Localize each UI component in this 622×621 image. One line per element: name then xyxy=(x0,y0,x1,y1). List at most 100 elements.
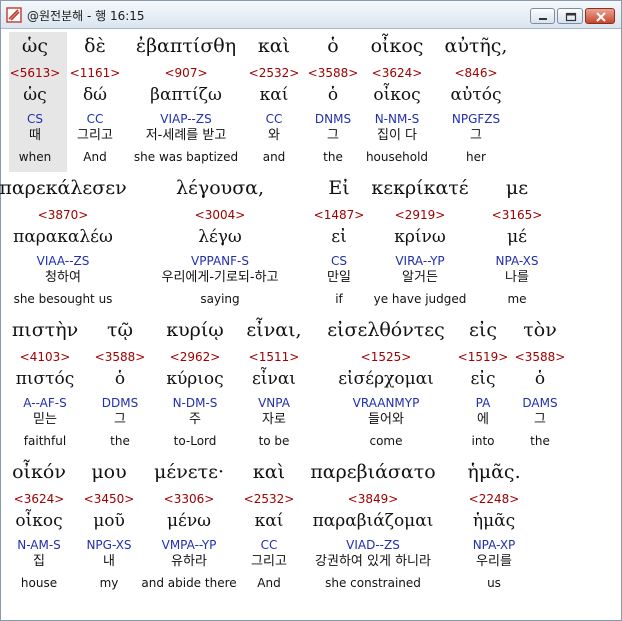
minimize-button[interactable] xyxy=(530,8,555,24)
greek-word: οἶκος xyxy=(370,35,424,57)
english-gloss: me xyxy=(507,292,527,306)
korean-gloss: 집이 다 xyxy=(376,128,418,143)
english-gloss: the xyxy=(530,434,550,448)
parsing-code: DNMS xyxy=(314,112,352,126)
korean-gloss: 그 xyxy=(534,412,546,427)
greek-word: εἰς xyxy=(469,319,497,341)
title-bar[interactable]: @원전분해 - 행 16:15 xyxy=(1,1,621,29)
strong-number: <3165> xyxy=(491,208,543,222)
parsing-code: NPG-XS xyxy=(86,538,132,552)
lexical-form: βαπτίζω xyxy=(150,85,222,105)
strong-number: <846> xyxy=(454,66,498,80)
strong-number: <1525> xyxy=(360,350,412,364)
parsing-code: VMPA--YP xyxy=(161,538,217,552)
english-gloss: faithful xyxy=(23,434,67,448)
greek-word: καὶ xyxy=(252,461,286,483)
english-gloss: ye have judged xyxy=(373,292,467,306)
lexical-form: οἶκος xyxy=(15,511,63,531)
strong-number: <2532> xyxy=(248,66,300,80)
korean-gloss: 그 xyxy=(327,128,339,143)
lexical-form: εἶναι xyxy=(252,369,296,389)
lexical-form: καί xyxy=(254,511,284,531)
korean-gloss: 나를 xyxy=(505,270,529,285)
strong-number: <3849> xyxy=(347,492,399,506)
strong-number: <3870> xyxy=(37,208,89,222)
english-gloss: her xyxy=(466,150,486,164)
strong-number: <3306> xyxy=(163,492,215,506)
greek-word: δὲ xyxy=(84,35,106,57)
close-icon xyxy=(596,12,606,22)
minimize-icon xyxy=(539,18,547,20)
lexical-form: καί xyxy=(259,85,289,105)
parsing-code: VPPANF-S xyxy=(191,254,249,268)
greek-word: παρεκάλεσεν xyxy=(0,177,127,199)
close-button[interactable] xyxy=(585,8,615,24)
app-window: @원전분해 - 행 16:15 ὡς <5613> ὡς CS 때 when δὲ <1161… xyxy=(0,0,622,621)
lexical-form: οἶκος xyxy=(373,85,421,105)
strong-number: <1511> xyxy=(248,350,300,364)
greek-word: ἐβαπτίσθη xyxy=(135,35,237,57)
greek-word: ὁ xyxy=(327,35,339,57)
greek-word: πιστὴν xyxy=(11,319,79,341)
english-gloss: she constrained xyxy=(325,576,421,590)
strong-number: <3450> xyxy=(83,492,135,506)
parsing-code: DAMS xyxy=(522,396,558,410)
korean-gloss: 그리고 xyxy=(77,128,113,143)
english-gloss: us xyxy=(487,576,501,590)
english-gloss: and xyxy=(262,150,286,164)
maximize-icon xyxy=(565,12,577,22)
lexical-form: ὁ xyxy=(327,85,339,105)
parsing-code: A--AF-S xyxy=(23,396,67,410)
strong-number: <1487> xyxy=(313,208,365,222)
english-gloss: she was baptized xyxy=(133,150,239,164)
greek-word: ἡμᾶς. xyxy=(467,461,521,483)
lexical-form: εἰσέρχομαι xyxy=(338,369,434,389)
english-gloss: house xyxy=(20,576,58,590)
parsing-code: CC xyxy=(86,112,104,126)
strong-number: <2962> xyxy=(169,350,221,364)
greek-word: κεκρίκατέ xyxy=(371,177,469,199)
parsing-code: CS xyxy=(27,112,43,126)
greek-word: με xyxy=(505,177,529,199)
strong-number: <4103> xyxy=(19,350,71,364)
korean-gloss: 저-세례를 받고 xyxy=(145,128,227,143)
english-gloss: to be xyxy=(258,434,290,448)
english-gloss: saying xyxy=(200,292,240,306)
korean-gloss: 만일 xyxy=(327,270,351,285)
parsing-code: VIAA--ZS xyxy=(36,254,90,268)
maximize-button[interactable] xyxy=(557,8,583,24)
korean-gloss: 때 xyxy=(29,128,41,143)
english-gloss: to-Lord xyxy=(173,434,217,448)
korean-gloss: 자로 xyxy=(262,412,286,427)
greek-word: καὶ xyxy=(257,35,291,57)
greek-word: μένετε· xyxy=(154,461,224,483)
parsing-code: N-AM-S xyxy=(17,538,61,552)
english-gloss: when xyxy=(18,150,52,164)
greek-word: εἰσελθόντες xyxy=(327,319,445,341)
korean-gloss: 강권하여 있게 하니라 xyxy=(315,554,431,569)
greek-word: λέγουσα, xyxy=(175,177,265,199)
korean-gloss: 주 xyxy=(189,412,201,427)
parsing-code: NPGFZS xyxy=(451,112,501,126)
greek-word: τῷ xyxy=(106,319,134,341)
english-gloss: and abide there xyxy=(141,576,237,590)
lexical-form: ὡς xyxy=(23,85,47,105)
window-title: @원전분해 - 행 16:15 xyxy=(27,9,145,23)
parsing-code: VNPA xyxy=(258,396,290,410)
parsing-code: CC xyxy=(260,538,278,552)
korean-gloss: 그 xyxy=(114,412,126,427)
greek-word: αὐτῆς, xyxy=(444,35,508,57)
lexical-form: εἰς xyxy=(470,369,496,389)
greek-word: ὡς xyxy=(21,35,49,57)
parsing-code: VIRA--YP xyxy=(395,254,445,268)
greek-word: μου xyxy=(91,461,127,483)
lexical-form: πιστός xyxy=(15,369,75,389)
parsing-code: CS xyxy=(331,254,347,268)
interlinear-view[interactable]: ὡς <5613> ὡς CS 때 when δὲ <1161> δώ CC 그리고 And ἐβαπτ… xyxy=(0,30,617,616)
strong-number: <3588> xyxy=(94,350,146,364)
english-gloss: the xyxy=(110,434,130,448)
lexical-form: αὐτός xyxy=(450,85,502,105)
korean-gloss: 집 xyxy=(33,554,45,569)
english-gloss: the xyxy=(323,150,343,164)
korean-gloss: 우리를 xyxy=(476,554,512,569)
